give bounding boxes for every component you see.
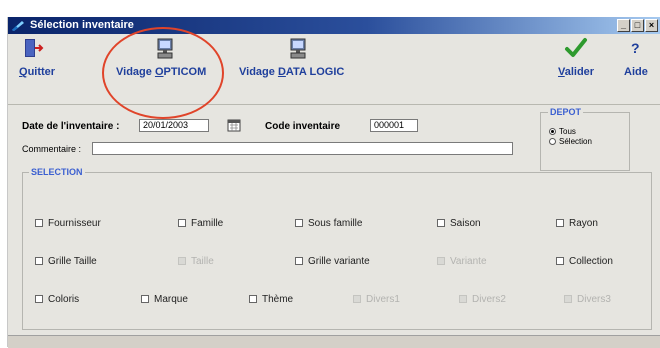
help-icon: ? <box>631 40 640 56</box>
vidage-datalogic-label: Vidage DATA LOGIC <box>239 66 345 78</box>
exit-door-icon <box>25 39 44 57</box>
depot-title: DEPOT <box>548 107 584 117</box>
checkbox-sous-famille[interactable]: Sous famille <box>295 218 362 229</box>
checkbox-marque[interactable]: Marque <box>141 294 188 305</box>
code-input[interactable]: 000001 <box>370 119 418 132</box>
quit-button[interactable]: Quitter <box>18 34 58 84</box>
maximize-button[interactable]: □ <box>631 19 644 32</box>
aide-label: Aide <box>624 66 648 78</box>
selection-group: SELECTION Fournisseur Famille Sous famil… <box>22 167 652 330</box>
checkbox-divers3: Divers3 <box>564 294 611 305</box>
vidage-opticom-button[interactable]: Vidage OPTICOM <box>116 34 216 84</box>
computer-icon <box>157 38 173 59</box>
title-bar: Sélection inventaire _ □ × <box>8 17 660 34</box>
valider-label: Valider <box>558 66 595 78</box>
code-label: Code inventaire <box>265 121 341 132</box>
quit-label: Quitter <box>19 66 56 78</box>
checkbox-variante: Variante <box>437 256 487 267</box>
comment-input[interactable] <box>92 142 513 155</box>
checkbox-grille-taille[interactable]: Grille Taille <box>35 256 97 267</box>
toolbar-separator <box>8 104 660 105</box>
valider-button[interactable]: Valider <box>556 34 601 84</box>
comment-label: Commentaire : <box>22 144 82 154</box>
minimize-button[interactable]: _ <box>617 19 630 32</box>
vidage-opticom-label: Vidage OPTICOM <box>116 66 207 78</box>
selection-inventaire-window: Sélection inventaire _ □ × Quitter Vidag… <box>7 17 660 348</box>
aide-button[interactable]: ? Aide <box>620 34 654 84</box>
checkbox-fournisseur[interactable]: Fournisseur <box>35 218 101 229</box>
date-label: Date de l'inventaire : <box>22 121 120 132</box>
close-button[interactable]: × <box>645 19 658 32</box>
date-input[interactable]: 20/01/2003 <box>139 119 209 132</box>
depot-radio-tous[interactable]: Tous <box>549 127 576 136</box>
checkbox-saison[interactable]: Saison <box>437 218 481 229</box>
checkbox-rayon[interactable]: Rayon <box>556 218 598 229</box>
checkmark-icon <box>565 38 587 57</box>
computer-icon <box>290 38 306 59</box>
depot-radio-selection[interactable]: Sélection <box>549 137 592 146</box>
checkbox-grille-variante[interactable]: Grille variante <box>295 256 370 267</box>
toolbar: Quitter Vidage OPTICOM Vidage DATA LOGIC <box>8 34 660 104</box>
depot-group: DEPOT Tous Sélection <box>540 107 630 171</box>
calendar-icon[interactable] <box>227 118 241 132</box>
checkbox-divers2: Divers2 <box>459 294 506 305</box>
selection-title: SELECTION <box>29 167 85 177</box>
window-title: Sélection inventaire <box>30 19 134 31</box>
checkbox-famille[interactable]: Famille <box>178 218 223 229</box>
checkbox-coloris[interactable]: Coloris <box>35 294 79 305</box>
checkbox-collection[interactable]: Collection <box>556 256 613 267</box>
radio-unselected-icon <box>549 138 556 146</box>
app-icon <box>12 21 24 31</box>
radio-selected-icon <box>549 128 556 136</box>
vidage-datalogic-button[interactable]: Vidage DATA LOGIC <box>239 34 354 84</box>
status-bar <box>8 335 660 348</box>
checkbox-taille: Taille <box>178 256 214 267</box>
checkbox-divers1: Divers1 <box>353 294 400 305</box>
checkbox-theme[interactable]: Thème <box>249 294 293 305</box>
